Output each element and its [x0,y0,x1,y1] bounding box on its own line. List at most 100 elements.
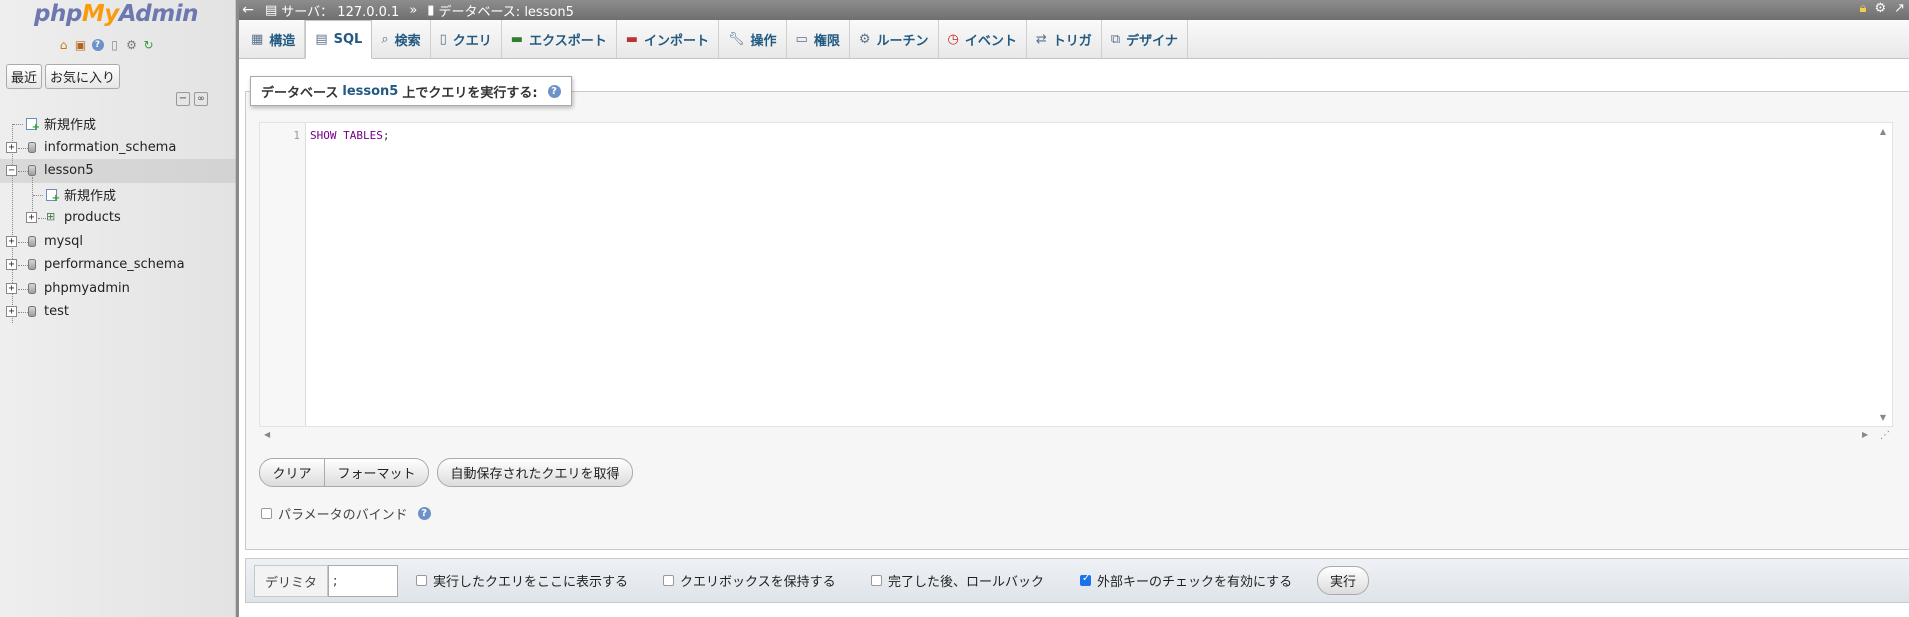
format-button[interactable]: フォーマット [325,458,429,487]
breadcrumb-database[interactable]: データベース: lesson5 [438,1,573,20]
tree-label-new[interactable]: 新規作成 [44,114,96,133]
foreign-key-checks-checkbox[interactable] [1080,573,1091,586]
bind-parameters-checkbox[interactable] [261,508,272,519]
tree-label-phpmyadmin[interactable]: phpmyadmin [44,281,130,296]
help-icon[interactable]: ? [90,37,105,52]
sql-keyword: TABLES [343,129,383,142]
expand-icon[interactable]: + [6,306,17,317]
favorites-tab[interactable]: お気に入り [45,64,121,89]
tab-designer[interactable]: ⧉ デザイナ [1102,20,1188,58]
clear-button[interactable]: クリア [259,458,325,487]
nav-resize-handle[interactable] [236,0,239,617]
expand-icon[interactable]: + [26,212,37,223]
tree-label-products[interactable]: products [64,210,121,225]
tab-query[interactable]: ▯ クエリ [431,20,502,58]
home-icon[interactable]: ⌂ [56,37,71,52]
tree-item-phpmyadmin[interactable]: + phpmyadmin [0,277,236,301]
docs-icon[interactable]: ▯ [107,37,122,52]
bind-parameters-label[interactable]: パラメータのバインド [278,504,408,523]
tab-search[interactable]: ⌕ 検索 [372,20,431,58]
tree-label-performance-schema[interactable]: performance_schema [44,257,185,272]
tree-label-mysql[interactable]: mysql [44,234,83,249]
rollback-option[interactable]: 完了した後、ロールバック [871,571,1044,590]
tree-item-lesson5-new[interactable]: 新規作成 [0,176,236,217]
delimiter-input[interactable] [328,565,398,597]
show-query-option[interactable]: 実行したクエリをここに表示する [416,571,628,590]
retain-query-box-label[interactable]: クエリボックスを保持する [680,571,836,590]
tab-triggers[interactable]: ⇄ トリガ [1027,20,1102,58]
legend-suffix: 上でクエリを実行する: [402,85,538,101]
database-tree: 新規作成 + information_schema − lesson5 新規作成… [0,112,236,324]
link-with-main-icon[interactable]: ∞ [194,92,208,106]
help-icon[interactable]: ? [547,84,561,98]
resize-grip-icon[interactable]: ⋰ [1880,430,1890,441]
settings-gear-icon[interactable]: ⚙ [124,37,139,52]
rollback-label[interactable]: 完了した後、ロールバック [888,571,1044,590]
expand-icon[interactable]: + [6,282,17,294]
get-autosaved-query-button[interactable]: 自動保存されたクエリを取得 [437,458,633,487]
tree-item-new[interactable]: 新規作成 [0,112,236,136]
show-query-checkbox[interactable] [416,575,427,586]
tree-item-performance-schema[interactable]: + performance_schema [0,253,236,277]
tree-label-information-schema[interactable]: information_schema [44,140,176,155]
structure-icon: ▦ [251,31,264,47]
foreign-key-checks-option[interactable]: 外部キーのチェックを有効にする [1080,571,1292,590]
breadcrumb-server[interactable]: サーバ： 127.0.0.1 [281,1,399,20]
retain-query-box-option[interactable]: クエリボックスを保持する [663,571,836,590]
collapse-nav-arrow-icon[interactable]: ← [239,2,257,18]
tree-label-test[interactable]: test [44,304,69,319]
reload-icon[interactable]: ↻ [141,37,156,52]
tree-item-products[interactable]: + ⊞ products [0,206,236,230]
collapse-all-icon[interactable]: − [176,92,190,106]
scroll-right-arrow-icon[interactable]: ▶ [1862,430,1868,439]
database-icon [28,259,36,270]
routines-icon: ⚙ [858,31,871,47]
rollback-checkbox[interactable] [871,575,882,586]
breadcrumb-bar: ← ▤ サーバ： 127.0.0.1 » ▮ データベース: lesson5 🔒… [239,0,1909,20]
legend-database-link[interactable]: lesson5 [342,84,398,99]
expand-arrow-icon[interactable]: ↗ [1894,1,1905,16]
tab-privileges[interactable]: ▭ 権限 [787,20,850,58]
go-button[interactable]: 実行 [1317,566,1369,595]
tree-item-test[interactable]: + test [0,300,236,324]
expand-icon[interactable]: + [6,259,17,270]
quick-links: ⌂ ▣ ? ▯ ⚙ ↻ [56,37,156,52]
tab-import[interactable]: ▬ インポート [617,20,720,58]
privileges-icon: ▭ [795,31,808,47]
retain-query-box-checkbox[interactable] [663,575,674,586]
scroll-left-arrow-icon[interactable]: ◀ [264,430,270,439]
scroll-down-arrow-icon[interactable]: ▼ [1880,413,1886,422]
database-icon [28,141,36,153]
tab-operations[interactable]: 🔧︎ 操作 [719,20,787,58]
recent-tab[interactable]: 最近 [6,64,43,89]
tab-structure[interactable]: ▦ 構造 [242,20,306,58]
tree-controls: − ∞ [176,92,208,106]
tree-item-mysql[interactable]: + mysql [0,230,236,254]
tab-export[interactable]: ▬ エクスポート [502,20,617,58]
line-number: 1 [293,129,300,142]
tree-label-lesson5-new[interactable]: 新規作成 [64,185,116,204]
tab-events[interactable]: ◷ イベント [939,20,1027,58]
expand-icon[interactable]: + [6,141,17,153]
sql-code[interactable]: SHOW TABLES; [310,129,390,142]
collapse-icon[interactable]: − [6,165,17,176]
show-query-label[interactable]: 実行したクエリをここに表示する [433,571,628,590]
new-database-icon [26,118,40,133]
sql-icon: ▤ [315,32,328,47]
tree-label-lesson5[interactable]: lesson5 [44,163,94,178]
lock-icon[interactable]: 🔒︎ [1860,1,1867,16]
scroll-up-arrow-icon[interactable]: ▲ [1880,127,1886,136]
settings-gear-icon[interactable]: ⚙ [1874,1,1886,16]
phpmyadmin-logo[interactable]: phpMyAdmin [34,1,198,27]
database-icon [28,235,36,247]
designer-icon: ⧉ [1110,31,1121,47]
logout-icon[interactable]: ▣ [73,37,88,52]
tab-sql[interactable]: ▤ SQL [305,20,373,59]
tab-routines[interactable]: ⚙ ルーチン [850,20,939,58]
tree-item-information-schema[interactable]: + information_schema [0,136,236,160]
foreign-key-checks-label[interactable]: 外部キーのチェックを有効にする [1097,571,1292,590]
sql-editor[interactable]: 1 SHOW TABLES; ▲ ▼ [259,122,1893,427]
expand-icon[interactable]: + [6,235,17,247]
help-icon[interactable]: ? [417,507,431,520]
tree-item-lesson5[interactable]: − lesson5 [0,159,236,183]
